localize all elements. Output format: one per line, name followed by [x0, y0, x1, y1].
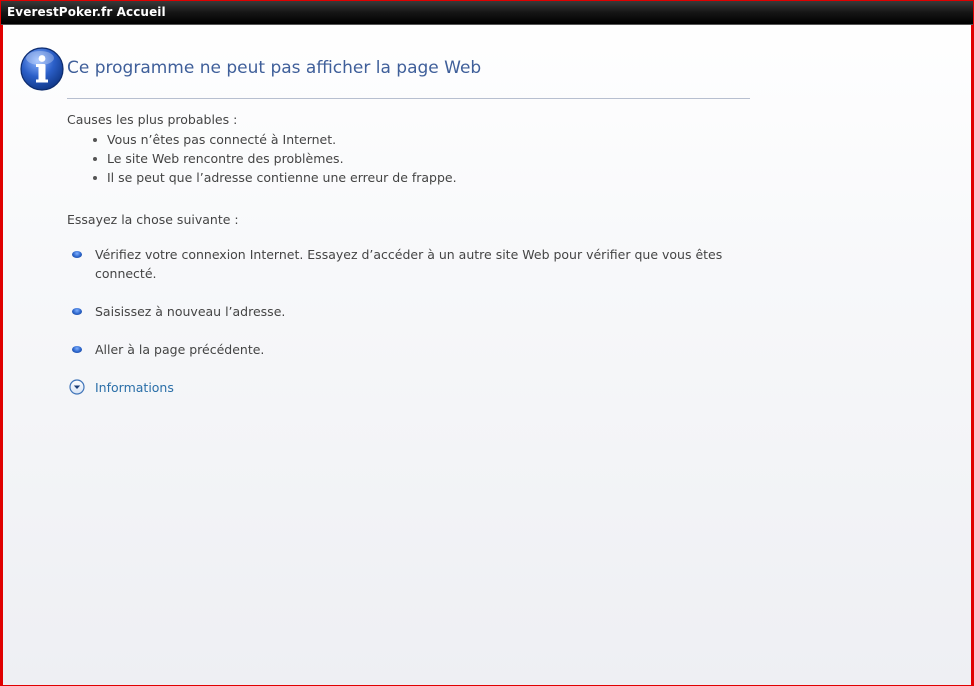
window-title: EverestPoker.fr Accueil — [7, 5, 166, 19]
page-title: Ce programme ne peut pas afficher la pag… — [67, 58, 482, 78]
blue-bullet-icon — [72, 346, 82, 353]
informations-link[interactable]: Informations — [95, 380, 174, 395]
cause-item: Le site Web rencontre des problèmes. — [92, 151, 457, 170]
blue-bullet-icon — [72, 251, 82, 258]
suggestion-retype-address: Saisissez à nouveau l’adresse. — [95, 304, 286, 319]
suggestion-check-connection: Vérifiez votre connexion Internet. Essay… — [95, 247, 723, 281]
cause-item: Vous n’êtes pas connecté à Internet. — [92, 132, 457, 151]
window-titlebar[interactable]: EverestPoker.fr Accueil — [1, 1, 973, 25]
suggestion-go-back: Aller à la page précédente. — [95, 342, 265, 357]
cause-item: Il se peut que l’adresse contienne une e… — [92, 170, 457, 189]
title-divider — [67, 98, 750, 99]
info-icon — [20, 47, 64, 91]
browser-window: EverestPoker.fr Accueil Ce programme ne … — [0, 0, 974, 686]
chevron-down-circle-icon[interactable] — [69, 379, 85, 395]
causes-heading: Causes les plus probables : — [67, 112, 238, 127]
try-heading: Essayez la chose suivante : — [67, 212, 239, 227]
causes-list: Vous n’êtes pas connecté à Internet. Le … — [92, 132, 457, 189]
blue-bullet-icon — [72, 308, 82, 315]
